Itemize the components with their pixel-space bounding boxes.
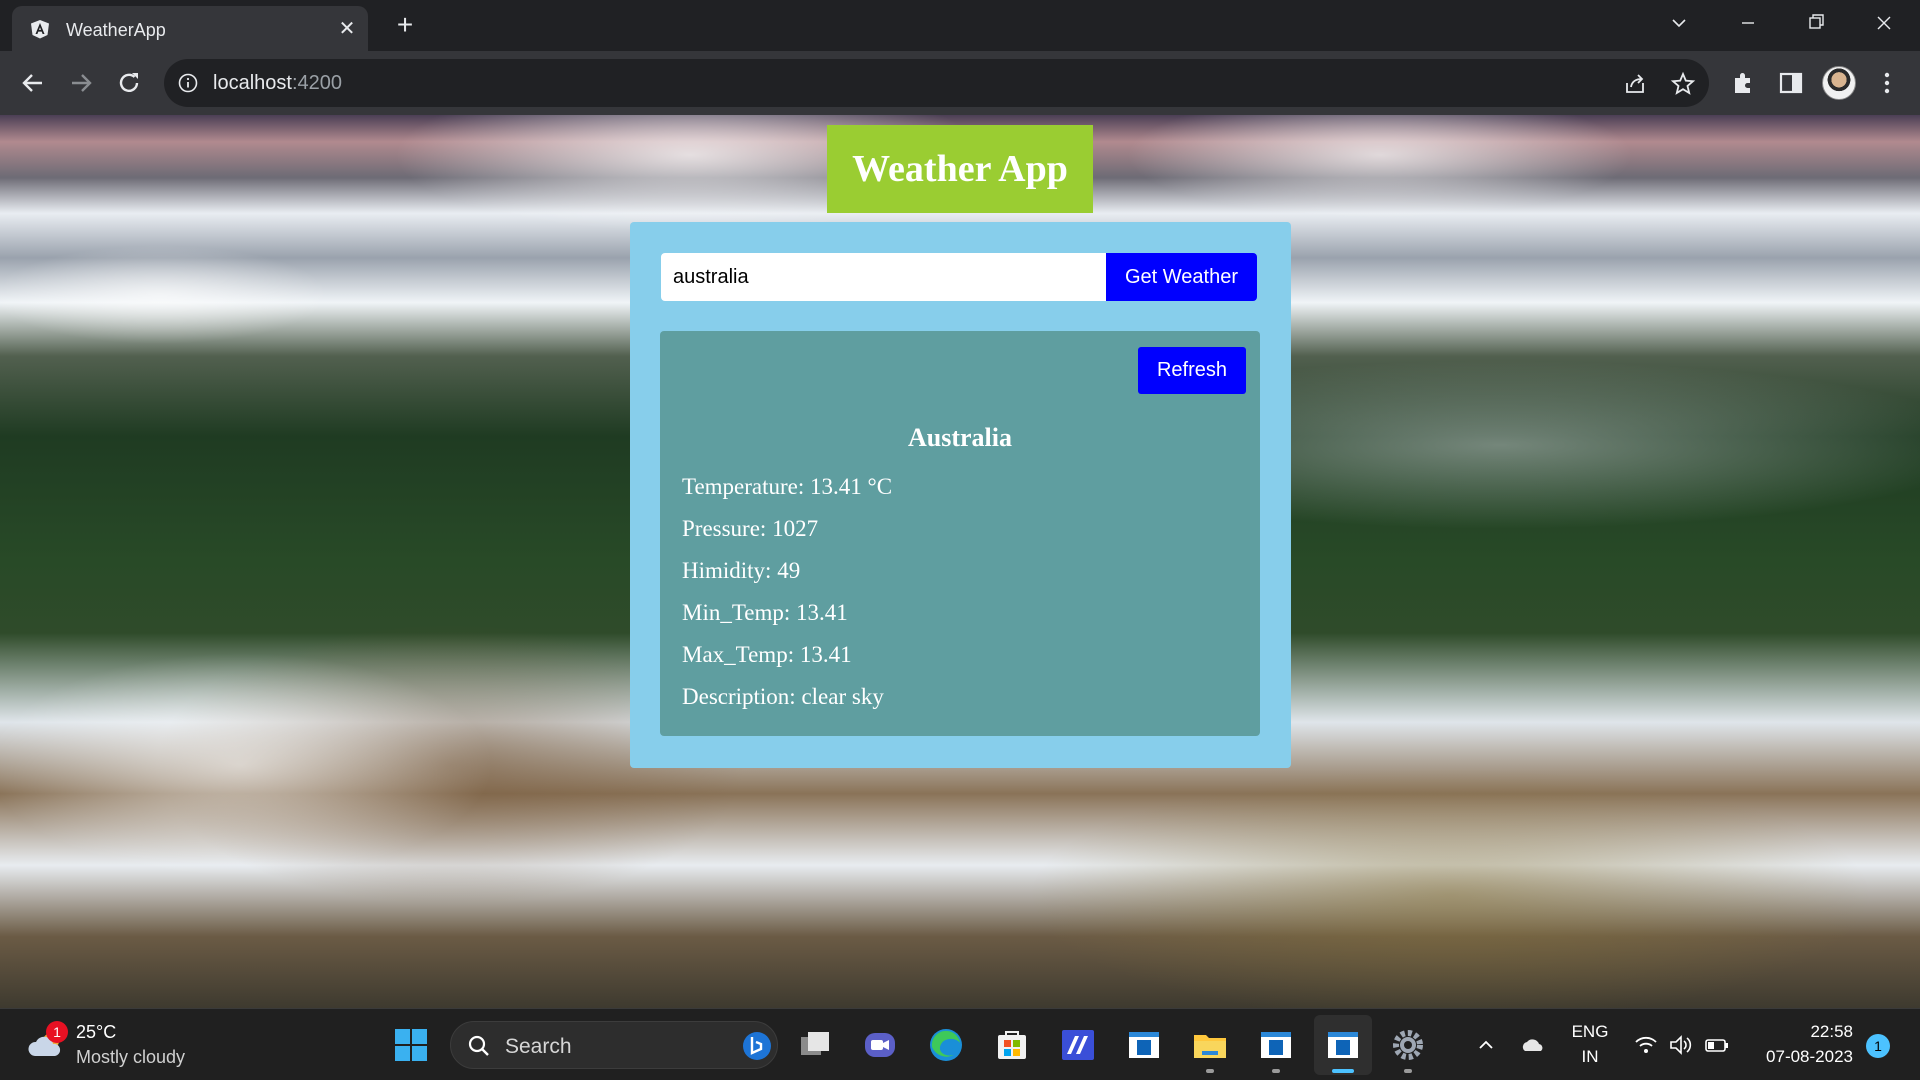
weather-result-panel: Refresh Australia Temperature: 13.41 °C … (660, 331, 1260, 736)
minimize-icon[interactable] (1730, 8, 1766, 38)
back-icon[interactable] (15, 65, 51, 101)
weather-condition: Mostly cloudy (76, 1047, 186, 1067)
extensions-icon[interactable] (1729, 69, 1757, 97)
side-panel-icon[interactable] (1777, 69, 1805, 97)
search-label: Search (505, 1035, 572, 1058)
app-window-icon[interactable] (1124, 1025, 1164, 1065)
tab-search-icon[interactable] (1661, 8, 1697, 38)
description-text: Description: clear sky (682, 684, 884, 709)
pressure-text: Pressure: 1027 (682, 516, 819, 541)
app-title-banner: Weather App (827, 125, 1093, 213)
forward-icon[interactable] (63, 65, 99, 101)
min-temp-text: Min_Temp: 13.41 (682, 600, 848, 625)
site-info-icon[interactable] (178, 73, 198, 93)
teams-icon[interactable] (860, 1025, 900, 1065)
start-icon[interactable] (391, 1025, 431, 1065)
temperature-text: Temperature: 13.41 °C (682, 474, 893, 499)
app-title: Weather App (852, 148, 1068, 190)
show-hidden-icons-chevron-icon[interactable] (1473, 1033, 1499, 1057)
region-indicator[interactable]: IN (1567, 1047, 1613, 1067)
max-temp-text: Max_Temp: 13.41 (682, 642, 852, 667)
running-indicator (1404, 1069, 1412, 1073)
running-indicator (1206, 1069, 1214, 1073)
weather-card: Get Weather Refresh Australia Temperatur… (630, 222, 1291, 768)
tab-title: WeatherApp (66, 20, 166, 40)
clock-time[interactable]: 22:58 (1740, 1022, 1853, 1042)
tab-strip: WeatherApp ✕ + (0, 0, 1920, 51)
notification-badge[interactable]: 1 (1866, 1034, 1890, 1058)
close-window-icon[interactable] (1866, 8, 1902, 38)
wifi-icon[interactable] (1633, 1033, 1659, 1057)
vscode-icon[interactable] (1058, 1025, 1098, 1065)
browser-toolbar: localhost:4200 (0, 51, 1920, 115)
profile-avatar[interactable] (1822, 66, 1856, 100)
windows-taskbar: 1 25°C Mostly cloudy Search ENG IN 22:58… (0, 1008, 1920, 1080)
bing-icon[interactable] (741, 1030, 773, 1062)
battery-icon[interactable] (1704, 1033, 1730, 1057)
new-tab-icon[interactable]: + (390, 11, 420, 41)
city-search-input[interactable] (661, 253, 1107, 301)
browser-tab[interactable]: WeatherApp ✕ (12, 6, 368, 51)
bookmark-star-icon[interactable] (1670, 71, 1696, 97)
close-tab-icon[interactable]: ✕ (334, 16, 360, 42)
app-window-icon[interactable] (1256, 1025, 1296, 1065)
app-window-icon[interactable] (1323, 1025, 1363, 1065)
search-icon (468, 1035, 489, 1056)
address-bar[interactable]: localhost:4200 (164, 59, 1709, 107)
city-name: Australia (908, 423, 1012, 452)
volume-icon[interactable] (1668, 1033, 1694, 1057)
settings-icon[interactable] (1388, 1025, 1428, 1065)
language-indicator[interactable]: ENG (1567, 1022, 1613, 1042)
running-indicator (1272, 1069, 1280, 1073)
store-icon[interactable] (992, 1025, 1032, 1065)
edge-icon[interactable] (926, 1025, 966, 1065)
angular-icon (31, 20, 49, 39)
refresh-button[interactable]: Refresh (1138, 347, 1246, 394)
taskbar-search[interactable]: Search (450, 1021, 778, 1069)
clock-date[interactable]: 07-08-2023 (1740, 1047, 1853, 1067)
active-indicator (1332, 1069, 1354, 1073)
humidity-text: Himidity: 49 (682, 558, 801, 583)
url-text: localhost:4200 (213, 72, 342, 94)
reload-icon[interactable] (111, 65, 147, 101)
weather-temp: 25°C (76, 1022, 117, 1042)
file-explorer-icon[interactable] (1190, 1025, 1230, 1065)
onedrive-icon[interactable] (1520, 1033, 1546, 1057)
menu-kebab-icon[interactable] (1873, 69, 1901, 97)
get-weather-button[interactable]: Get Weather (1106, 253, 1257, 301)
task-view-icon[interactable] (795, 1025, 835, 1065)
share-icon[interactable] (1622, 71, 1648, 97)
weather-badge: 1 (46, 1021, 68, 1043)
restore-icon[interactable] (1798, 8, 1834, 38)
